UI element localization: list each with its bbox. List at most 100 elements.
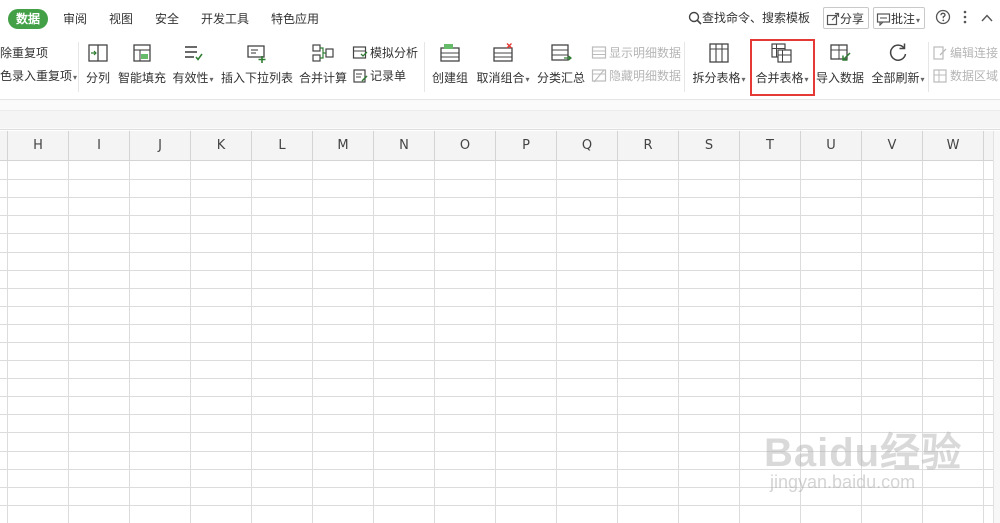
smart-fill-icon — [133, 44, 151, 62]
grid-row-line — [0, 378, 993, 379]
create-group-button[interactable]: 创建组 — [430, 40, 470, 94]
insert-dropdown-button[interactable]: 插入下拉列表 — [221, 40, 293, 94]
chevron-down-icon: ▾ — [920, 75, 925, 84]
column-header-v[interactable]: V — [862, 131, 923, 161]
grid-row-line — [0, 324, 993, 325]
simulation-label: 模拟分析 — [370, 46, 419, 60]
record-form-button[interactable]: 记录单 — [352, 66, 406, 86]
show-detail-button[interactable]: 显示明细数据 — [591, 43, 681, 63]
chevron-up-icon — [981, 14, 993, 22]
ribbon-separator — [424, 42, 425, 92]
ribbon-separator — [78, 42, 79, 92]
watermark-logo-text: Baidu经验 — [764, 431, 963, 475]
hide-detail-label: 隐藏明细数据 — [609, 69, 682, 83]
tab-security[interactable]: 安全 — [155, 9, 179, 29]
chevron-down-icon: ▾ — [741, 75, 746, 84]
record-form-icon — [353, 69, 368, 83]
menu-bar: 数据 审阅 视图 安全 开发工具 特色应用 查找命令、搜索模板 分享 批注▾ — [0, 0, 1000, 36]
import-data-label: 导入数据 — [815, 71, 864, 85]
merge-calculation-label: 合并计算 — [298, 71, 347, 85]
simulation-analysis-button[interactable]: 模拟分析 — [352, 43, 418, 63]
split-column-button[interactable]: 分列 — [83, 40, 113, 94]
column-header-u[interactable]: U — [801, 131, 862, 161]
column-header-i[interactable]: I — [69, 131, 130, 161]
grid-row-line — [0, 252, 993, 253]
help-button[interactable] — [935, 7, 951, 29]
column-header-m[interactable]: M — [313, 131, 374, 161]
insert-dropdown-icon — [247, 45, 266, 63]
tab-review[interactable]: 审阅 — [63, 9, 87, 29]
subtotal-button[interactable]: 分类汇总 — [536, 40, 586, 94]
grid-row-line — [0, 360, 993, 361]
ribbon-separator — [684, 42, 685, 92]
refresh-icon — [889, 43, 907, 61]
split-table-button[interactable]: 拆分表格▾ — [691, 40, 747, 94]
column-header-w[interactable]: W — [923, 131, 984, 161]
column-header-r[interactable]: R — [618, 131, 679, 161]
show-detail-label: 显示明细数据 — [609, 46, 682, 60]
vertical-scrollbar[interactable] — [993, 131, 1000, 523]
chevron-down-icon: ▾ — [525, 75, 530, 84]
merge-table-highlight-box — [750, 39, 815, 96]
edit-links-icon — [933, 46, 947, 60]
hide-detail-button[interactable]: 隐藏明细数据 — [591, 66, 681, 86]
validity-label: 有效性 — [172, 71, 209, 85]
data-region-button[interactable]: 数据区域 — [932, 66, 998, 86]
subtotal-icon — [551, 44, 573, 61]
import-data-button[interactable]: 导入数据 — [815, 40, 865, 94]
column-header-s[interactable]: S — [679, 131, 740, 161]
smart-fill-button[interactable]: 智能填充 — [117, 40, 167, 94]
grid-row-line — [0, 288, 993, 289]
command-search[interactable]: 查找命令、搜索模板 — [688, 7, 810, 29]
column-header-q[interactable]: Q — [557, 131, 618, 161]
ungroup-button[interactable]: 取消组合▾ — [474, 40, 532, 94]
smart-fill-label: 智能填充 — [117, 71, 166, 85]
column-header-j[interactable]: J — [130, 131, 191, 161]
record-form-label: 记录单 — [370, 69, 407, 83]
grid-row-line — [0, 306, 993, 307]
grid-row-line — [0, 197, 993, 198]
create-group-label: 创建组 — [431, 71, 468, 85]
column-header-h[interactable]: H — [8, 131, 69, 161]
edit-links-button[interactable]: 编辑连接 — [932, 43, 998, 63]
column-header-o[interactable]: O — [435, 131, 496, 161]
tab-data[interactable]: 数据 — [8, 9, 49, 29]
merge-calculation-button[interactable]: 合并计算 — [298, 40, 348, 94]
chevron-down-icon: ▾ — [209, 75, 214, 84]
data-ribbon: 除重复项 色录入重复项▾ 分列 智能填充 有效性▾ 插入下拉列表 合并计算 模拟… — [0, 36, 1000, 100]
collapse-ribbon-button[interactable] — [980, 7, 994, 29]
column-header-l[interactable]: L — [252, 131, 313, 161]
data-region-icon — [933, 69, 947, 83]
ungroup-label: 取消组合 — [476, 71, 525, 85]
comment-label: 批注 — [891, 12, 916, 26]
column-header-n[interactable]: N — [374, 131, 435, 161]
column-header-p[interactable]: P — [496, 131, 557, 161]
column-header-t[interactable]: T — [740, 131, 801, 161]
data-region-label: 数据区域 — [950, 69, 999, 83]
column-header-k[interactable]: K — [191, 131, 252, 161]
refresh-all-label: 全部刷新 — [871, 71, 920, 85]
comment-button[interactable]: 批注▾ — [873, 7, 926, 29]
highlight-duplicates-button[interactable]: 除重复项 — [0, 43, 48, 63]
column-header-row: HIJKLMNOPQRSTUVW — [0, 131, 1000, 161]
split-column-icon — [88, 44, 108, 62]
search-icon — [688, 11, 702, 25]
more-button[interactable] — [961, 7, 969, 29]
share-button[interactable]: 分享 — [823, 7, 870, 29]
grid-row-line — [0, 233, 993, 234]
tab-developer[interactable]: 开发工具 — [201, 9, 249, 29]
formula-bar-strip — [0, 110, 1000, 128]
hide-detail-icon — [591, 69, 607, 83]
tab-special[interactable]: 特色应用 — [271, 9, 319, 29]
help-icon — [935, 9, 951, 25]
grid-row-line — [0, 179, 993, 180]
column-header-partial[interactable] — [0, 131, 8, 161]
refresh-all-button[interactable]: 全部刷新▾ — [869, 40, 927, 94]
tab-view[interactable]: 视图 — [109, 9, 133, 29]
grid-row-line — [0, 215, 993, 216]
watermark-url: jingyan.baidu.com — [770, 472, 916, 492]
simulation-icon — [352, 46, 368, 59]
validity-button[interactable]: 有效性▾ — [171, 40, 215, 94]
more-icon — [963, 10, 967, 24]
reject-duplicates-button[interactable]: 色录入重复项▾ — [0, 66, 77, 86]
